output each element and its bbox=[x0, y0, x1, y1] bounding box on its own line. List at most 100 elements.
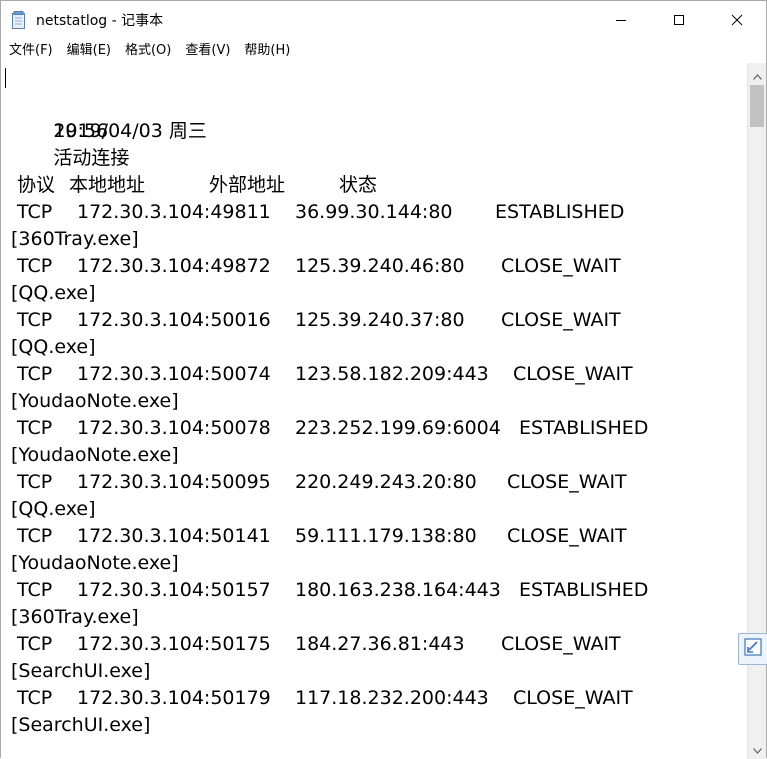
conn-process: [YoudaoNote.exe] bbox=[11, 444, 179, 466]
minimize-icon bbox=[615, 11, 627, 30]
connection-row: TCP 172.30.3.104:50179 117.18.232.200:443 C… bbox=[5, 685, 745, 712]
conn-foreign-address: 125.39.240.46:80 bbox=[295, 255, 465, 277]
connection-process-row: [QQ.exe] bbox=[5, 334, 745, 361]
conn-local-address: 172.30.3.104:50179 bbox=[77, 687, 271, 709]
conn-process: [QQ.exe] bbox=[11, 336, 96, 358]
menu-edit[interactable]: 编辑(E) bbox=[60, 39, 118, 63]
conn-local-address: 172.30.3.104:49811 bbox=[77, 201, 271, 223]
menu-format[interactable]: 格式(O) bbox=[118, 39, 178, 63]
conn-foreign-address: 220.249.243.20:80 bbox=[295, 471, 477, 493]
connection-list: TCP 172.30.3.104:49811 36.99.30.144:80 ESTA… bbox=[5, 199, 745, 739]
conn-state: ESTABLISHED bbox=[519, 579, 649, 601]
time-line: 19:56 bbox=[5, 91, 745, 142]
connection-row: TCP 172.30.3.104:49811 36.99.30.144:80 ESTA… bbox=[5, 199, 745, 226]
connection-row: TCP 172.30.3.104:49872 125.39.240.46:80 CLO… bbox=[5, 253, 745, 280]
document-text[interactable]: 2019/04/03 周三 19:56 活动连接 协议 本地地址 外部地址 状态… bbox=[5, 64, 745, 739]
maximize-icon bbox=[673, 11, 685, 30]
connection-process-row: [QQ.exe] bbox=[5, 280, 745, 307]
text-editor[interactable]: 2019/04/03 周三 19:56 活动连接 协议 本地地址 外部地址 状态… bbox=[1, 63, 747, 759]
heading-line: 活动连接 bbox=[5, 118, 745, 169]
conn-foreign-address: 180.163.238.164:443 bbox=[295, 579, 501, 601]
conn-local-address: 172.30.3.104:50016 bbox=[77, 309, 271, 331]
header-line: 协议 本地地址 外部地址 状态 bbox=[5, 172, 745, 199]
connection-row: TCP 172.30.3.104:50157 180.163.238.164:443… bbox=[5, 577, 745, 604]
conn-process: [YoudaoNote.exe] bbox=[11, 390, 179, 412]
connection-row: TCP 172.30.3.104:50141 59.111.179.138:80 CL… bbox=[5, 523, 745, 550]
conn-state: CLOSE_WAIT bbox=[501, 309, 621, 331]
notepad-icon bbox=[11, 11, 27, 29]
conn-foreign-address: 36.99.30.144:80 bbox=[295, 201, 453, 223]
conn-proto: TCP bbox=[17, 525, 53, 547]
conn-process: [YoudaoNote.exe] bbox=[11, 552, 179, 574]
screenshot-tool-button[interactable] bbox=[738, 633, 767, 665]
menu-file[interactable]: 文件(F) bbox=[1, 39, 60, 63]
conn-foreign-address: 59.111.179.138:80 bbox=[295, 525, 477, 547]
arrow-up-icon bbox=[752, 65, 762, 84]
conn-proto: TCP bbox=[17, 201, 53, 223]
conn-state: ESTABLISHED bbox=[495, 201, 625, 223]
title-bar[interactable]: netstatlog - 记事本 bbox=[1, 1, 766, 39]
conn-state: CLOSE_WAIT bbox=[501, 633, 621, 655]
conn-process: [360Tray.exe] bbox=[11, 606, 139, 628]
conn-local-address: 172.30.3.104:50141 bbox=[77, 525, 271, 547]
conn-state: CLOSE_WAIT bbox=[501, 255, 621, 277]
conn-proto: TCP bbox=[17, 687, 53, 709]
conn-local-address: 172.30.3.104:50157 bbox=[77, 579, 271, 601]
connection-process-row: [YoudaoNote.exe] bbox=[5, 388, 745, 415]
connection-process-row: [YoudaoNote.exe] bbox=[5, 442, 745, 469]
scroll-up-button[interactable] bbox=[748, 65, 766, 83]
connection-row: TCP 172.30.3.104:50078 223.252.199.69:6004… bbox=[5, 415, 745, 442]
conn-state: CLOSE_WAIT bbox=[507, 471, 627, 493]
conn-process: [SearchUI.exe] bbox=[11, 660, 151, 682]
conn-proto: TCP bbox=[17, 579, 53, 601]
header-foreign: 外部地址 bbox=[209, 174, 286, 196]
menu-view[interactable]: 查看(V) bbox=[178, 39, 237, 63]
conn-state: CLOSE_WAIT bbox=[507, 525, 627, 547]
conn-local-address: 172.30.3.104:50078 bbox=[77, 417, 271, 439]
conn-proto: TCP bbox=[17, 255, 53, 277]
header-local: 本地地址 bbox=[69, 174, 146, 196]
conn-state: ESTABLISHED bbox=[519, 417, 649, 439]
arrow-down-icon bbox=[752, 739, 762, 758]
maximize-button[interactable] bbox=[650, 1, 708, 39]
close-icon bbox=[731, 11, 743, 30]
scroll-thumb[interactable] bbox=[750, 85, 764, 127]
conn-process: [QQ.exe] bbox=[11, 498, 96, 520]
notepad-window: netstatlog - 记事本 文件(F) 编辑(E) 格式(O) 查看(V)… bbox=[0, 0, 767, 759]
connection-row: TCP 172.30.3.104:50074 123.58.182.209:443 C… bbox=[5, 361, 745, 388]
conn-local-address: 172.30.3.104:50074 bbox=[77, 363, 271, 385]
conn-process: [QQ.exe] bbox=[11, 282, 96, 304]
conn-state: CLOSE_WAIT bbox=[513, 363, 633, 385]
conn-proto: TCP bbox=[17, 471, 53, 493]
connection-row: TCP 172.30.3.104:50016 125.39.240.37:80 CLO… bbox=[5, 307, 745, 334]
connection-process-row: [360Tray.exe] bbox=[5, 226, 745, 253]
connection-process-row: [SearchUI.exe] bbox=[5, 712, 745, 739]
close-button[interactable] bbox=[708, 1, 766, 39]
conn-process: [360Tray.exe] bbox=[11, 228, 139, 250]
minimize-button[interactable] bbox=[592, 1, 650, 39]
conn-proto: TCP bbox=[17, 363, 53, 385]
connection-process-row: [360Tray.exe] bbox=[5, 604, 745, 631]
conn-foreign-address: 123.58.182.209:443 bbox=[295, 363, 489, 385]
conn-foreign-address: 223.252.199.69:6004 bbox=[295, 417, 501, 439]
conn-foreign-address: 184.27.36.81:443 bbox=[295, 633, 465, 655]
date-line: 2019/04/03 周三 bbox=[5, 64, 745, 142]
window-title: netstatlog - 记事本 bbox=[36, 13, 164, 29]
conn-local-address: 172.30.3.104:50175 bbox=[77, 633, 271, 655]
conn-state: CLOSE_WAIT bbox=[513, 687, 633, 709]
conn-local-address: 172.30.3.104:49872 bbox=[77, 255, 271, 277]
screenshot-tool-icon bbox=[744, 638, 762, 660]
conn-proto: TCP bbox=[17, 417, 53, 439]
conn-process: [SearchUI.exe] bbox=[11, 714, 151, 736]
scroll-down-button[interactable] bbox=[748, 739, 766, 757]
connection-row: TCP 172.30.3.104:50175 184.27.36.81:443 CLO… bbox=[5, 631, 745, 658]
connection-process-row: [SearchUI.exe] bbox=[5, 658, 745, 685]
header-state: 状态 bbox=[339, 174, 378, 196]
header-proto: 协议 bbox=[17, 174, 56, 196]
conn-proto: TCP bbox=[17, 633, 53, 655]
connection-row: TCP 172.30.3.104:50095 220.249.243.20:80 CL… bbox=[5, 469, 745, 496]
connection-process-row: [YoudaoNote.exe] bbox=[5, 550, 745, 577]
menu-help[interactable]: 帮助(H) bbox=[237, 39, 297, 63]
conn-foreign-address: 125.39.240.37:80 bbox=[295, 309, 465, 331]
